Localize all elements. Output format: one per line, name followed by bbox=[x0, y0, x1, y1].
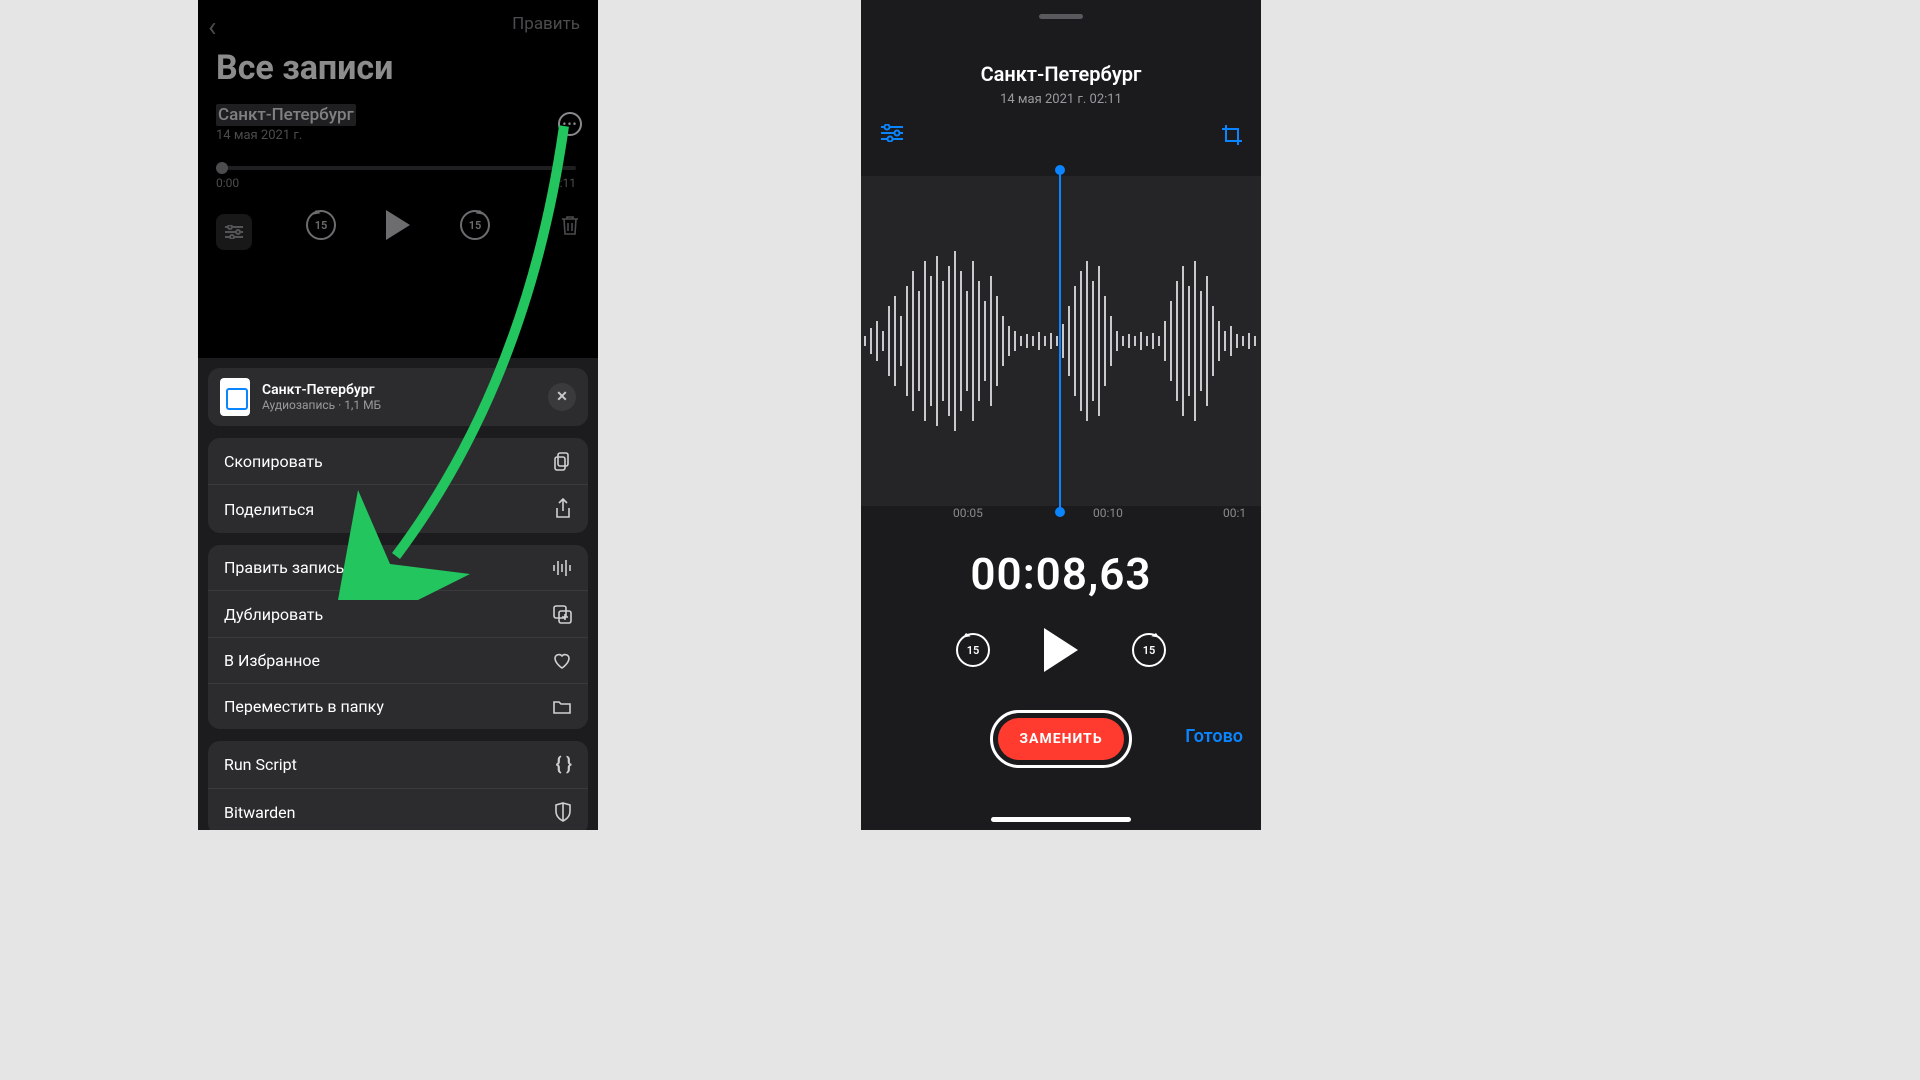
replace-button[interactable]: ЗАМЕНИТЬ bbox=[998, 718, 1124, 760]
page-title: Все записи bbox=[216, 48, 393, 88]
close-icon[interactable]: ✕ bbox=[548, 383, 576, 411]
home-indicator[interactable] bbox=[991, 817, 1131, 822]
skip-forward-15-icon[interactable]: 15 bbox=[1132, 633, 1166, 667]
braces-icon: { } bbox=[556, 754, 572, 775]
more-button[interactable]: ••• bbox=[558, 112, 582, 136]
play-icon[interactable] bbox=[1044, 628, 1078, 672]
shield-icon bbox=[554, 802, 572, 822]
trash-icon[interactable] bbox=[560, 214, 580, 236]
action-sheet-header: Санкт-Петербург Аудиозапись · 1,1 МБ ✕ bbox=[208, 368, 588, 426]
sheet-title: Санкт-Петербург bbox=[262, 382, 381, 398]
sheet-subtitle: Аудиозапись · 1,1 МБ bbox=[262, 398, 381, 412]
time-start-label: 0:00 bbox=[216, 176, 239, 190]
sliders-icon[interactable] bbox=[881, 124, 903, 142]
share-icon bbox=[554, 498, 572, 520]
action-move-to-folder[interactable]: Переместить в папку bbox=[208, 683, 588, 729]
scrubber-track[interactable] bbox=[216, 166, 576, 170]
skip-back-15-icon[interactable]: 15 bbox=[306, 210, 336, 240]
time-ruler: 00:0500:1000:1 bbox=[861, 506, 1261, 530]
action-sheet: Санкт-Петербург Аудиозапись · 1,1 МБ ✕ С… bbox=[198, 358, 598, 830]
sheet-grabber[interactable] bbox=[1039, 14, 1083, 19]
screenshot-right: Санкт-Петербург 14 мая 2021 г. 02:11 00:… bbox=[861, 0, 1261, 830]
folder-icon bbox=[552, 699, 572, 715]
screenshot-left: ‹ Править Все записи Санкт-Петербург 14 … bbox=[198, 0, 598, 830]
waveform-area[interactable]: 00:0500:1000:1 bbox=[861, 176, 1261, 506]
crop-icon[interactable] bbox=[1221, 124, 1243, 146]
copy-icon bbox=[552, 451, 572, 471]
back-chevron-icon[interactable]: ‹ bbox=[208, 10, 216, 43]
play-icon[interactable] bbox=[386, 210, 410, 240]
action-share[interactable]: Поделиться bbox=[208, 484, 588, 533]
done-button[interactable]: Готово bbox=[1185, 726, 1243, 747]
heart-icon bbox=[552, 652, 572, 670]
editor-title: Санкт-Петербург bbox=[861, 62, 1261, 86]
editor-subtitle: 14 мая 2021 г. 02:11 bbox=[861, 92, 1261, 107]
audio-file-icon bbox=[220, 378, 250, 416]
time-end-label: 2:11 bbox=[553, 176, 576, 190]
action-group-2: Править запись Дублировать В Избранное П… bbox=[208, 545, 588, 729]
skip-forward-15-icon[interactable]: 15 bbox=[460, 210, 490, 240]
playhead[interactable] bbox=[1059, 170, 1061, 512]
editor-playback-controls: 15 15 bbox=[861, 628, 1261, 672]
waveform-icon bbox=[861, 236, 1261, 446]
recordings-list-screen: ‹ Править Все записи Санкт-Петербург 14 … bbox=[198, 0, 598, 358]
skip-back-15-icon[interactable]: 15 bbox=[956, 633, 990, 667]
action-bitwarden[interactable]: Bitwarden bbox=[208, 788, 588, 830]
recording-date: 14 мая 2021 г. bbox=[216, 128, 302, 143]
duplicate-icon bbox=[552, 604, 572, 624]
playback-controls: 15 15 bbox=[198, 210, 598, 240]
edit-link[interactable]: Править bbox=[512, 14, 580, 34]
action-favorite[interactable]: В Избранное bbox=[208, 637, 588, 683]
action-group-1: Скопировать Поделиться bbox=[208, 438, 588, 533]
replace-button-ring: ЗАМЕНИТЬ bbox=[990, 710, 1132, 768]
timecode: 00:08,63 bbox=[861, 548, 1261, 600]
recording-title[interactable]: Санкт-Петербург bbox=[216, 104, 356, 126]
action-group-3: Run Script { } Bitwarden bbox=[208, 741, 588, 830]
action-run-script[interactable]: Run Script { } bbox=[208, 741, 588, 788]
action-duplicate[interactable]: Дублировать bbox=[208, 590, 588, 637]
action-edit-recording[interactable]: Править запись bbox=[208, 545, 588, 590]
action-copy[interactable]: Скопировать bbox=[208, 438, 588, 484]
waveform-icon bbox=[552, 559, 572, 577]
